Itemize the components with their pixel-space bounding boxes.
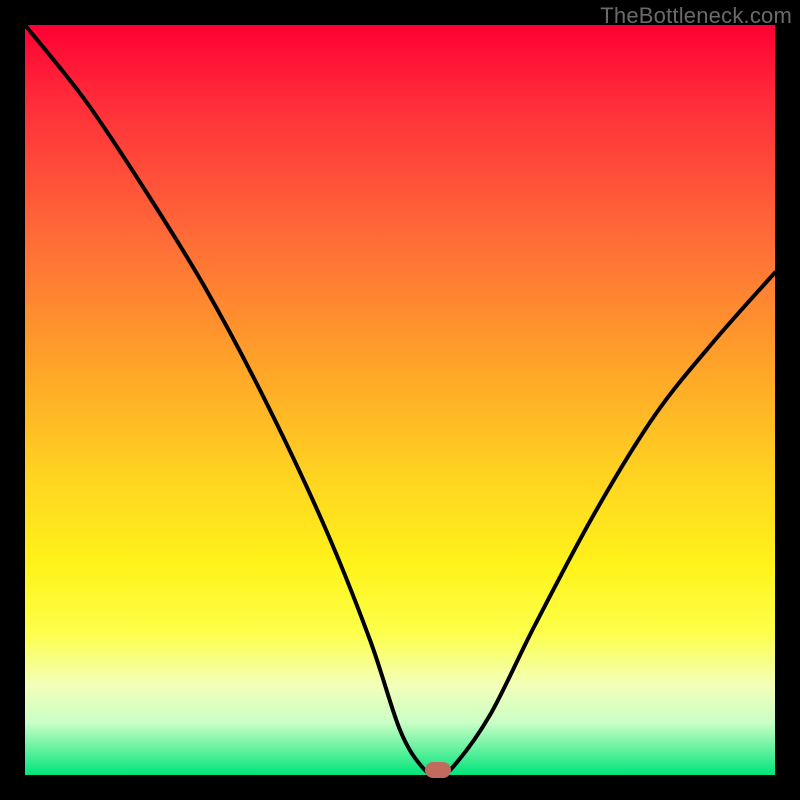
bottleneck-curve	[25, 25, 775, 775]
chart-frame: TheBottleneck.com	[0, 0, 800, 800]
optimum-marker	[425, 762, 451, 778]
plot-area	[25, 25, 775, 775]
